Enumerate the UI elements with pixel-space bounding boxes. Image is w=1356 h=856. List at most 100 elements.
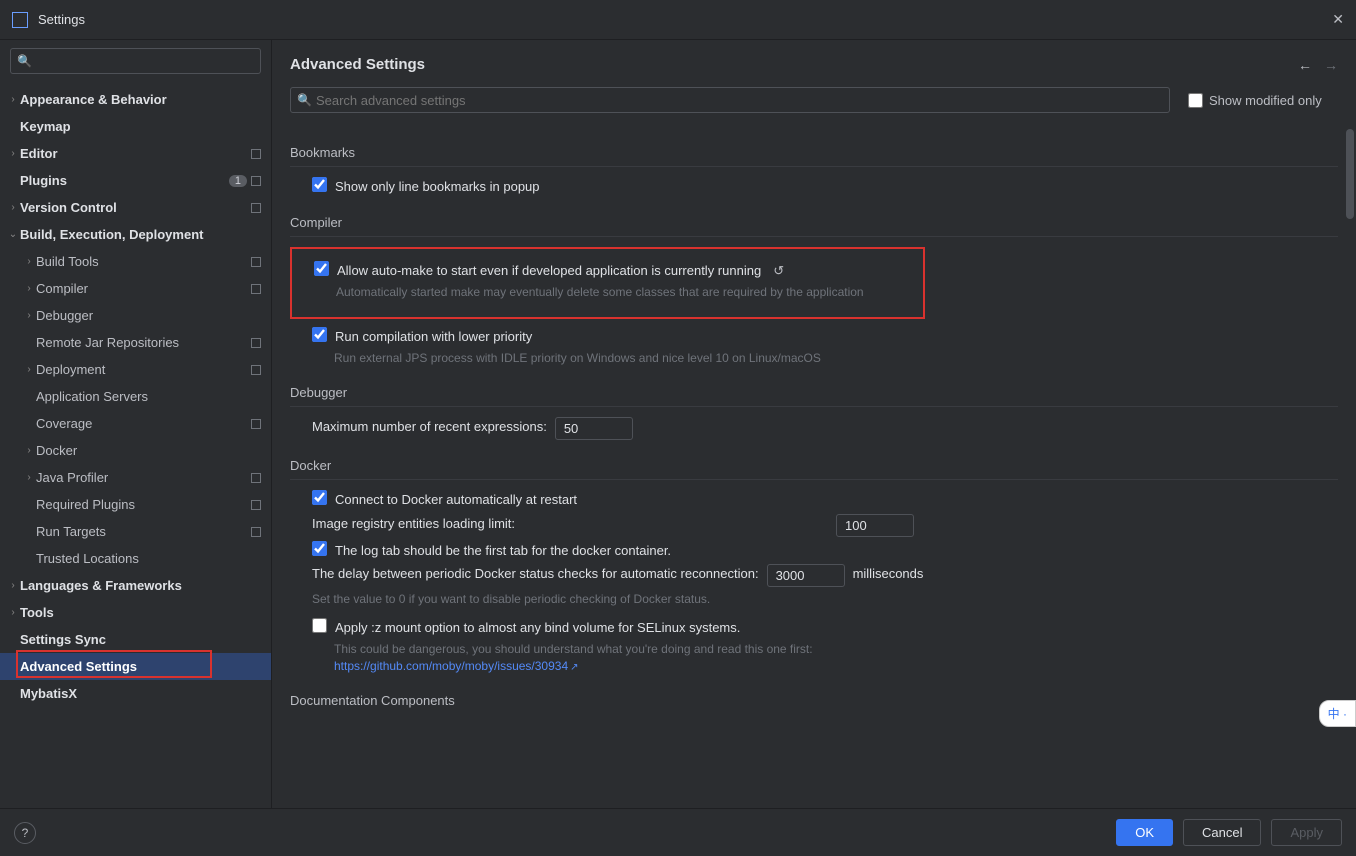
docker-opt3[interactable]: Apply :z mount option to almost any bind… <box>312 618 1338 638</box>
tree-item-label: Run Targets <box>36 524 251 539</box>
settings-search[interactable]: 🔍 <box>290 87 1170 113</box>
tree-item[interactable]: ›Editor <box>0 140 271 167</box>
project-scope-icon <box>251 500 261 510</box>
cancel-button[interactable]: Cancel <box>1183 819 1261 846</box>
chevron-right-icon: › <box>6 94 20 105</box>
sidebar-search[interactable]: 🔍 <box>10 48 261 74</box>
filter-row: 🔍 Show modified only <box>272 87 1356 123</box>
compiler-opt1-checkbox[interactable] <box>314 261 329 276</box>
tree-item[interactable]: ›Docker <box>0 437 271 464</box>
project-scope-icon <box>251 257 261 267</box>
scrollbar[interactable] <box>1346 129 1354 219</box>
tree-item[interactable]: Coverage <box>0 410 271 437</box>
ime-badge[interactable]: 中 · <box>1319 700 1356 727</box>
chevron-right-icon: › <box>22 283 36 294</box>
docker-field1-input[interactable] <box>836 514 914 537</box>
chevron-right-icon: › <box>22 310 36 321</box>
debugger-field1-input[interactable] <box>555 417 633 440</box>
tree-item[interactable]: ›Appearance & Behavior <box>0 86 271 113</box>
tree-item[interactable]: Keymap <box>0 113 271 140</box>
show-modified-label: Show modified only <box>1209 93 1322 108</box>
docker-opt1-checkbox[interactable] <box>312 490 327 505</box>
tree-item[interactable]: Plugins1 <box>0 167 271 194</box>
tree-item[interactable]: ›Tools <box>0 599 271 626</box>
tree-item-label: Trusted Locations <box>36 551 261 566</box>
tree-item[interactable]: Remote Jar Repositories <box>0 329 271 356</box>
highlight-compiler-opt1: Allow auto-make to start even if develop… <box>290 247 925 319</box>
search-icon: 🔍 <box>297 93 312 107</box>
section-doc: Documentation Components <box>290 693 1338 714</box>
tree-item[interactable]: ›Deployment <box>0 356 271 383</box>
debugger-field1: Maximum number of recent expressions: <box>312 417 1338 440</box>
tree-item-label: Application Servers <box>36 389 261 404</box>
show-modified-only[interactable]: Show modified only <box>1188 93 1322 108</box>
tree-item[interactable]: Application Servers <box>0 383 271 410</box>
tree-item-label: Editor <box>20 146 251 161</box>
tree-item-label: Remote Jar Repositories <box>36 335 251 350</box>
chevron-right-icon: › <box>22 364 36 375</box>
tree-item[interactable]: Settings Sync <box>0 626 271 653</box>
tree-item[interactable]: Advanced Settings <box>0 653 271 680</box>
footer: ? OK Cancel Apply <box>0 808 1356 856</box>
tree-item[interactable]: ›Debugger <box>0 302 271 329</box>
docker-field1: Image registry entities loading limit: <box>312 514 914 537</box>
docker-field2-input[interactable] <box>767 564 845 587</box>
compiler-opt1-desc: Automatically started make may eventuall… <box>336 284 896 301</box>
sidebar-search-input[interactable] <box>36 54 254 69</box>
chevron-right-icon: › <box>22 256 36 267</box>
tree-item[interactable]: ›Java Profiler <box>0 464 271 491</box>
tree-item-label: Version Control <box>20 200 251 215</box>
docker-opt3-desc: This could be dangerous, you should unde… <box>334 641 894 675</box>
tree-item[interactable]: ›Languages & Frameworks <box>0 572 271 599</box>
tree-item[interactable]: Required Plugins <box>0 491 271 518</box>
tree-item-label: Docker <box>36 443 261 458</box>
tree-item-label: Appearance & Behavior <box>20 92 261 107</box>
bookmarks-opt1-checkbox[interactable] <box>312 177 327 192</box>
search-icon: 🔍 <box>17 54 32 68</box>
compiler-opt1[interactable]: Allow auto-make to start even if develop… <box>314 261 917 281</box>
external-link-icon: ↗ <box>570 662 578 673</box>
bookmarks-opt1[interactable]: Show only line bookmarks in popup <box>312 177 1338 197</box>
docker-opt1[interactable]: Connect to Docker automatically at resta… <box>312 490 1338 510</box>
help-icon[interactable]: ? <box>14 822 36 844</box>
chevron-right-icon: › <box>6 148 20 159</box>
project-scope-icon <box>251 365 261 375</box>
settings-search-input[interactable] <box>316 93 1163 108</box>
tree-item-label: Keymap <box>20 119 261 134</box>
window-title: Settings <box>38 12 85 27</box>
docker-link[interactable]: https://github.com/moby/moby/issues/3093… <box>334 659 579 673</box>
docker-opt2[interactable]: The log tab should be the first tab for … <box>312 541 1338 561</box>
close-icon[interactable]: ✕ <box>1332 11 1344 28</box>
reset-icon[interactable]: ↺ <box>773 261 784 281</box>
back-icon[interactable]: ← <box>1298 57 1312 73</box>
project-scope-icon <box>251 284 261 294</box>
docker-opt2-checkbox[interactable] <box>312 541 327 556</box>
section-debugger: Debugger <box>290 385 1338 407</box>
tree-item-label: Debugger <box>36 308 261 323</box>
tree-item[interactable]: ›Version Control <box>0 194 271 221</box>
chevron-right-icon: › <box>6 202 20 213</box>
settings-scroll[interactable]: Bookmarks Show only line bookmarks in po… <box>272 123 1356 808</box>
project-scope-icon <box>251 338 261 348</box>
tree-item-label: MybatisX <box>20 686 261 701</box>
tree-item[interactable]: MybatisX <box>0 680 271 707</box>
tree-item[interactable]: Run Targets <box>0 518 271 545</box>
nav-arrows: ← → <box>1298 57 1338 73</box>
settings-tree: ›Appearance & BehaviorKeymap›EditorPlugi… <box>0 84 271 808</box>
sidebar: 🔍 ›Appearance & BehaviorKeymap›EditorPlu… <box>0 40 272 808</box>
compiler-opt2[interactable]: Run compilation with lower priority <box>312 327 1338 347</box>
content-area: Advanced Settings ← → 🔍 Show modified on… <box>272 40 1356 808</box>
tree-item[interactable]: ›Build Tools <box>0 248 271 275</box>
tree-item[interactable]: ⌄Build, Execution, Deployment <box>0 221 271 248</box>
forward-icon: → <box>1324 57 1338 73</box>
tree-item-label: Settings Sync <box>20 632 261 647</box>
docker-opt3-checkbox[interactable] <box>312 618 327 633</box>
compiler-opt2-checkbox[interactable] <box>312 327 327 342</box>
project-scope-icon <box>251 419 261 429</box>
badge: 1 <box>229 175 247 187</box>
show-modified-checkbox[interactable] <box>1188 93 1203 108</box>
ok-button[interactable]: OK <box>1116 819 1173 846</box>
tree-item[interactable]: Trusted Locations <box>0 545 271 572</box>
project-scope-icon <box>251 176 261 186</box>
tree-item[interactable]: ›Compiler <box>0 275 271 302</box>
